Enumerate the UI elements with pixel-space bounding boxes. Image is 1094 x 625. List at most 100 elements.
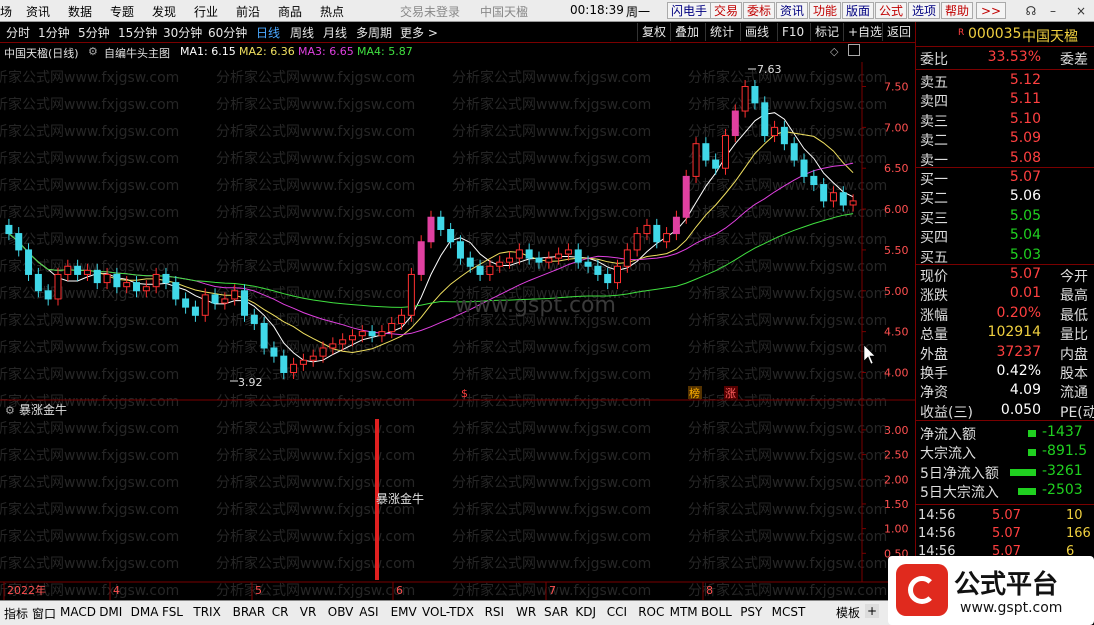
menu-item-commodity[interactable]: 商品 bbox=[278, 3, 302, 20]
indicator-tab-rsi[interactable]: RSI bbox=[485, 605, 505, 619]
login-status[interactable]: 交易未登录 bbox=[400, 3, 460, 20]
candle-body bbox=[810, 175, 818, 186]
watermark-text: 分析家公式网www.fxjgsw.com bbox=[0, 339, 179, 356]
watermark-text: 分析家公式网www.fxjgsw.com bbox=[0, 123, 179, 140]
watermark-text: 分析家公式网www.fxjgsw.com bbox=[0, 555, 179, 572]
high-price-label: 7.63 bbox=[757, 63, 782, 76]
watermark-text: 分析家公式网www.fxjgsw.com bbox=[0, 501, 179, 518]
flow-row: 净流入额 -1437 bbox=[920, 424, 1083, 443]
bid-row: 买一 5.07 bbox=[920, 169, 1041, 188]
candle-body bbox=[378, 331, 386, 337]
indicator-tab-mcst[interactable]: MCST bbox=[772, 605, 806, 619]
indicator-tab-roc[interactable]: ROC bbox=[638, 605, 664, 619]
candle-body bbox=[133, 282, 141, 292]
close-icon[interactable]: × bbox=[1072, 2, 1090, 20]
indicator-tab-cci[interactable]: CCI bbox=[607, 605, 627, 619]
ytick-label: 4.50 bbox=[884, 326, 909, 339]
menu-item-data[interactable]: 数据 bbox=[68, 3, 92, 20]
watermark-text: 分析家公式网www.fxjgsw.com bbox=[216, 582, 415, 599]
indicator-tab-vol-tdx[interactable]: VOL-TDX bbox=[422, 605, 474, 619]
indicator-tab-dmi[interactable]: DMI bbox=[99, 605, 122, 619]
template-tab[interactable]: 模板 bbox=[836, 604, 860, 621]
indicator-tab-mtm[interactable]: MTM bbox=[670, 605, 698, 619]
sub-settings-icon: ⚙ bbox=[5, 404, 15, 417]
help-button[interactable]: 帮助 bbox=[941, 2, 974, 19]
candle-body bbox=[221, 298, 229, 304]
indicator-tab-窗口[interactable]: 窗口 bbox=[32, 605, 56, 622]
menu-item-market[interactable]: 场 bbox=[0, 3, 12, 20]
indicator-tab-wr[interactable]: WR bbox=[516, 605, 536, 619]
indicator-tab-vr[interactable]: VR bbox=[300, 605, 317, 619]
bid-row: 买五 5.03 bbox=[920, 246, 1041, 266]
formula-button[interactable]: 公式 bbox=[875, 2, 908, 19]
menu-item-discover[interactable]: 发现 bbox=[152, 3, 176, 20]
low-price-label: 3.92 bbox=[238, 376, 263, 389]
kline-chart[interactable]: 分析家公式网www.fxjgsw.com 分析家公式网www.fxjgsw.com… bbox=[0, 22, 915, 600]
indicator-tab-emv[interactable]: EMV bbox=[391, 605, 417, 619]
watermark-text: 分析家公式网www.fxjgsw.com bbox=[452, 150, 651, 167]
candle-body bbox=[476, 265, 484, 275]
flow-bar bbox=[1018, 488, 1036, 496]
indicator-tab-指标[interactable]: 指标 bbox=[4, 605, 28, 622]
sub-ytick-label: 2.50 bbox=[884, 449, 909, 462]
more-button[interactable]: >> bbox=[976, 2, 1006, 19]
candle-body bbox=[751, 86, 759, 104]
sub-ytick-label: 1.50 bbox=[884, 498, 909, 511]
indicator-tab-psy[interactable]: PSY bbox=[740, 605, 762, 619]
watermark-text: 分析家公式网www.fxjgsw.com bbox=[0, 177, 179, 194]
indicator-tab-macd[interactable]: MACD bbox=[60, 605, 96, 619]
menu-item-industry[interactable]: 行业 bbox=[194, 3, 218, 20]
flash-trade-button[interactable]: 闪电手 bbox=[667, 2, 712, 19]
bid-row: 买二 5.06 bbox=[920, 188, 1041, 208]
candle-body bbox=[398, 314, 406, 324]
indicator-tab-asi[interactable]: ASI bbox=[359, 605, 378, 619]
options-button[interactable]: 选项 bbox=[908, 2, 941, 19]
candle-body bbox=[790, 143, 798, 161]
flow-row: 5日大宗流入 -2503 bbox=[920, 482, 1083, 502]
indicator-tab-boll[interactable]: BOLL bbox=[701, 605, 732, 619]
menu-item-hotspot[interactable]: 热点 bbox=[320, 3, 344, 20]
dividend-marker: $ bbox=[461, 387, 468, 400]
indicator-tab-trix[interactable]: TRIX bbox=[193, 605, 220, 619]
ytick-label: 5.00 bbox=[884, 285, 909, 298]
tab-plus[interactable]: + bbox=[865, 604, 880, 618]
indicator-tab-sar[interactable]: SAR bbox=[544, 605, 568, 619]
bid-row: 买四 5.04 bbox=[920, 227, 1041, 247]
candle-body bbox=[54, 273, 62, 300]
indicator-tab-kdj[interactable]: KDJ bbox=[575, 605, 596, 619]
indicator-tab-dma[interactable]: DMA bbox=[131, 605, 159, 619]
candle-body bbox=[633, 233, 641, 251]
candle-body bbox=[250, 314, 258, 324]
clock-time: 00:18:39 bbox=[570, 3, 624, 17]
ytick-label: 5.50 bbox=[884, 244, 909, 257]
indicator-tab-cr[interactable]: CR bbox=[272, 605, 289, 619]
menu-item-topics[interactable]: 专题 bbox=[110, 3, 134, 20]
candle-body bbox=[44, 290, 52, 300]
news-button[interactable]: 资讯 bbox=[776, 2, 809, 19]
bell-icon[interactable]: ☊ bbox=[1022, 2, 1040, 20]
layout-button[interactable]: 版面 bbox=[842, 2, 875, 19]
candle-body bbox=[123, 282, 131, 288]
menu-item-news[interactable]: 资讯 bbox=[26, 3, 50, 20]
candle-body bbox=[682, 175, 690, 218]
order-button[interactable]: 委标 bbox=[743, 2, 776, 19]
candle-body bbox=[604, 273, 612, 284]
trade-button[interactable]: 交易 bbox=[710, 2, 743, 19]
watermark-text: 分析家公式网www.fxjgsw.com bbox=[216, 177, 415, 194]
menu-item-frontier[interactable]: 前沿 bbox=[236, 3, 260, 20]
candle-body bbox=[614, 265, 622, 284]
watermark-text: 分析家公式网www.fxjgsw.com bbox=[688, 366, 887, 383]
candle-body bbox=[260, 322, 268, 349]
indicator-tab-obv[interactable]: OBV bbox=[328, 605, 354, 619]
watermark-text: 分析家公式网www.fxjgsw.com bbox=[452, 420, 651, 437]
candle-body bbox=[152, 273, 160, 288]
stock-name[interactable]: 中国天楹 bbox=[1022, 26, 1078, 46]
minimize-icon[interactable]: – bbox=[1044, 2, 1062, 20]
candle-body bbox=[820, 184, 828, 202]
ask-row: 卖四 5.11 bbox=[920, 91, 1041, 111]
indicator-tab-fsl[interactable]: FSL bbox=[162, 605, 183, 619]
function-button[interactable]: 功能 bbox=[809, 2, 842, 19]
ytick-label: 7.00 bbox=[884, 121, 909, 134]
candle-body bbox=[329, 343, 337, 349]
indicator-tab-brar[interactable]: BRAR bbox=[233, 605, 266, 619]
